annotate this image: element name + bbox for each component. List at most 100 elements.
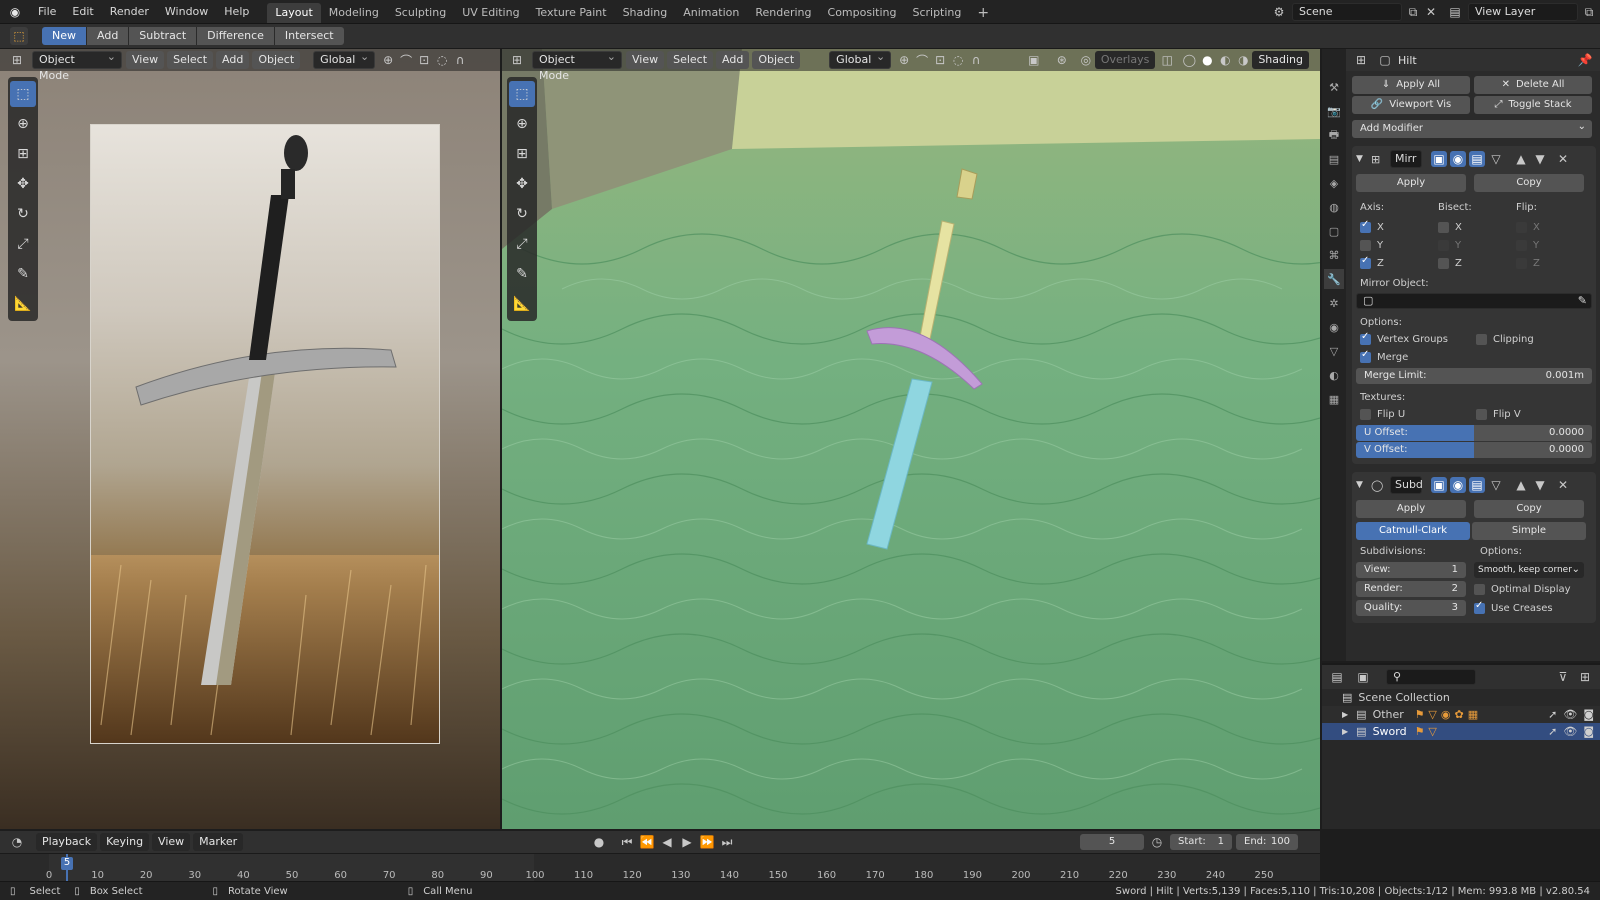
tab-animation[interactable]: Animation: [675, 3, 747, 23]
subsurf-cage-icon[interactable]: ▽: [1488, 477, 1504, 493]
mirror-camera-icon[interactable]: ◉: [1450, 151, 1466, 167]
view-layer-field[interactable]: View Layer: [1468, 3, 1578, 21]
left-rotate-tool-icon[interactable]: ↻: [10, 201, 36, 227]
left-mode-dropdown[interactable]: Object Mode: [32, 49, 122, 82]
sword-select-icon[interactable]: ➚: [1548, 725, 1557, 738]
mode-subtract-button[interactable]: Subtract: [129, 27, 198, 45]
outliner-row-other[interactable]: ▶ ▤ Other ⚑▽◉✿▦ ➚ 👁 ◙: [1322, 706, 1600, 723]
mode-difference-button[interactable]: Difference: [197, 27, 275, 45]
world-tab-icon[interactable]: ◍: [1324, 197, 1344, 217]
left-menu-add[interactable]: Add: [216, 51, 250, 69]
timeline-ruler[interactable]: 5 0 10 20 30 40 50 60 70 80 90 100 110 120 130 140 150 1…: [0, 853, 1320, 882]
left-snap-icon[interactable]: ⌒: [397, 51, 415, 69]
mode-add-button[interactable]: Add: [87, 27, 130, 45]
subsurf-collapse-triangle-icon[interactable]: ▼: [1356, 480, 1368, 490]
main-viewport[interactable]: ⊞ Object Mode View Select Add Object Glo…: [502, 49, 1320, 829]
select-box-tool-icon[interactable]: ⬚: [10, 27, 28, 45]
left-transform-dropdown[interactable]: Global: [313, 49, 376, 69]
shading-material-icon[interactable]: ◐: [1216, 51, 1234, 69]
blender-logo-icon[interactable]: ◉: [6, 3, 24, 21]
timeline-view-menu[interactable]: View: [152, 833, 191, 851]
texture-tab-icon[interactable]: ▦: [1324, 389, 1344, 409]
tab-scripting[interactable]: Scripting: [904, 3, 969, 23]
view-object-types-icon[interactable]: ▣: [1025, 51, 1043, 69]
merge-checkbox[interactable]: [1360, 349, 1371, 363]
jump-start-icon[interactable]: ⏮: [618, 833, 636, 851]
view-layer-tab-icon[interactable]: ▤: [1324, 149, 1344, 169]
tab-uv-editing[interactable]: UV Editing: [454, 3, 527, 23]
delete-all-button[interactable]: ✕ Delete All: [1474, 76, 1592, 94]
clock-icon[interactable]: ◷: [1148, 833, 1166, 851]
mirror-apply-button[interactable]: Apply: [1356, 174, 1466, 192]
constraints-tab-icon[interactable]: ⌘: [1324, 245, 1344, 265]
outliner-row-sword[interactable]: ▶ ▤ Sword ⚑▽ ➚ 👁 ◙: [1322, 723, 1600, 740]
left-pivot-icon[interactable]: ⊕: [379, 51, 397, 69]
play-reverse-icon[interactable]: ◀: [658, 833, 676, 851]
simple-button[interactable]: Simple: [1472, 522, 1586, 540]
bisect-x-checkbox[interactable]: [1438, 221, 1449, 233]
playback-menu[interactable]: Playback: [36, 833, 98, 851]
mirror-move-up-icon[interactable]: ▲: [1513, 151, 1529, 167]
overlays-icon[interactable]: ◎: [1077, 51, 1095, 69]
main-measure-tool-icon[interactable]: 📐: [509, 291, 535, 317]
add-workspace-button[interactable]: +: [969, 3, 997, 23]
subsurf-display-icon[interactable]: ▤: [1469, 477, 1485, 493]
main-editor-type-icon[interactable]: ⊞: [508, 51, 526, 69]
other-render-camera-icon[interactable]: ◙: [1583, 708, 1594, 721]
tab-texture-paint[interactable]: Texture Paint: [528, 3, 615, 23]
expand-sword-icon[interactable]: ▶: [1342, 727, 1348, 736]
sword-render-camera-icon[interactable]: ◙: [1583, 725, 1594, 738]
play-icon[interactable]: ▶: [678, 833, 696, 851]
main-cursor-tool-icon[interactable]: ⊕: [509, 111, 535, 137]
material-tab-icon[interactable]: ◐: [1324, 365, 1344, 385]
subsurf-remove-icon[interactable]: ✕: [1555, 477, 1571, 493]
prev-keyframe-icon[interactable]: ⏪: [638, 833, 656, 851]
left-falloff-icon[interactable]: ∩: [451, 51, 469, 69]
other-select-icon[interactable]: ➚: [1548, 708, 1557, 721]
shading-wireframe-icon[interactable]: ◯: [1180, 51, 1198, 69]
left-menu-object[interactable]: Object: [252, 51, 301, 69]
next-keyframe-icon[interactable]: ⏩: [698, 833, 716, 851]
subsurf-move-up-icon[interactable]: ▲: [1513, 477, 1529, 493]
main-move-tool-icon[interactable]: ✥: [509, 171, 535, 197]
properties-editor-icon[interactable]: ⊞: [1352, 51, 1370, 69]
other-visibility-eye-icon[interactable]: 👁: [1563, 708, 1577, 721]
shading-solid-icon[interactable]: ●: [1198, 51, 1216, 69]
collapse-triangle-icon[interactable]: ▼: [1356, 154, 1368, 164]
tool-tab-icon[interactable]: ⚒: [1324, 77, 1344, 97]
vertex-groups-checkbox[interactable]: [1360, 331, 1371, 345]
subsurf-apply-button[interactable]: Apply: [1356, 500, 1466, 518]
mirror-name-field[interactable]: Mirr: [1390, 150, 1422, 168]
tab-modeling[interactable]: Modeling: [321, 3, 387, 23]
left-measure-tool-icon[interactable]: 📐: [10, 291, 36, 317]
view-layer-icon[interactable]: ▤: [1446, 3, 1464, 21]
left-select-tool-icon[interactable]: ⬚: [10, 81, 36, 107]
expand-other-icon[interactable]: ▶: [1342, 710, 1348, 719]
physics-tab-icon[interactable]: ◉: [1324, 317, 1344, 337]
uv-smooth-dropdown[interactable]: Smooth, keep corners ⌄: [1474, 562, 1584, 578]
axis-x-checkbox[interactable]: [1360, 219, 1371, 233]
left-menu-select[interactable]: Select: [167, 51, 214, 69]
subsurf-move-down-icon[interactable]: ▼: [1532, 477, 1548, 493]
main-snap-target-icon[interactable]: ⊡: [931, 51, 949, 69]
left-proportional-icon[interactable]: ◌: [433, 51, 451, 69]
main-rotate-tool-icon[interactable]: ↻: [509, 201, 535, 227]
outliner-editor-icon[interactable]: ▤: [1328, 668, 1346, 686]
menu-edit[interactable]: Edit: [64, 0, 101, 24]
flip-y-checkbox[interactable]: [1516, 239, 1527, 251]
current-frame-field[interactable]: 5: [1080, 834, 1144, 850]
filter-icon[interactable]: ⊽: [1554, 668, 1572, 686]
sword-visibility-eye-icon[interactable]: 👁: [1563, 725, 1577, 738]
gizmo-icon[interactable]: ⊛: [1053, 51, 1071, 69]
output-tab-icon[interactable]: 🖶: [1324, 125, 1344, 145]
tab-layout[interactable]: Layout: [267, 2, 321, 23]
add-modifier-dropdown[interactable]: Add Modifier ⌄: [1352, 120, 1592, 138]
main-move-all-tool-icon[interactable]: ⊞: [509, 141, 535, 167]
viewport-vis-button[interactable]: 🔗 Viewport Vis: [1352, 96, 1470, 114]
outliner-search-input[interactable]: ⚲: [1386, 669, 1476, 685]
jump-end-icon[interactable]: ⏭: [718, 833, 736, 851]
shading-dropdown[interactable]: Shading: [1252, 51, 1309, 69]
mirror-display-icon[interactable]: ▤: [1469, 151, 1485, 167]
main-menu-object[interactable]: Object: [752, 51, 801, 69]
merge-limit-field[interactable]: Merge Limit: 0.001m: [1356, 368, 1592, 384]
